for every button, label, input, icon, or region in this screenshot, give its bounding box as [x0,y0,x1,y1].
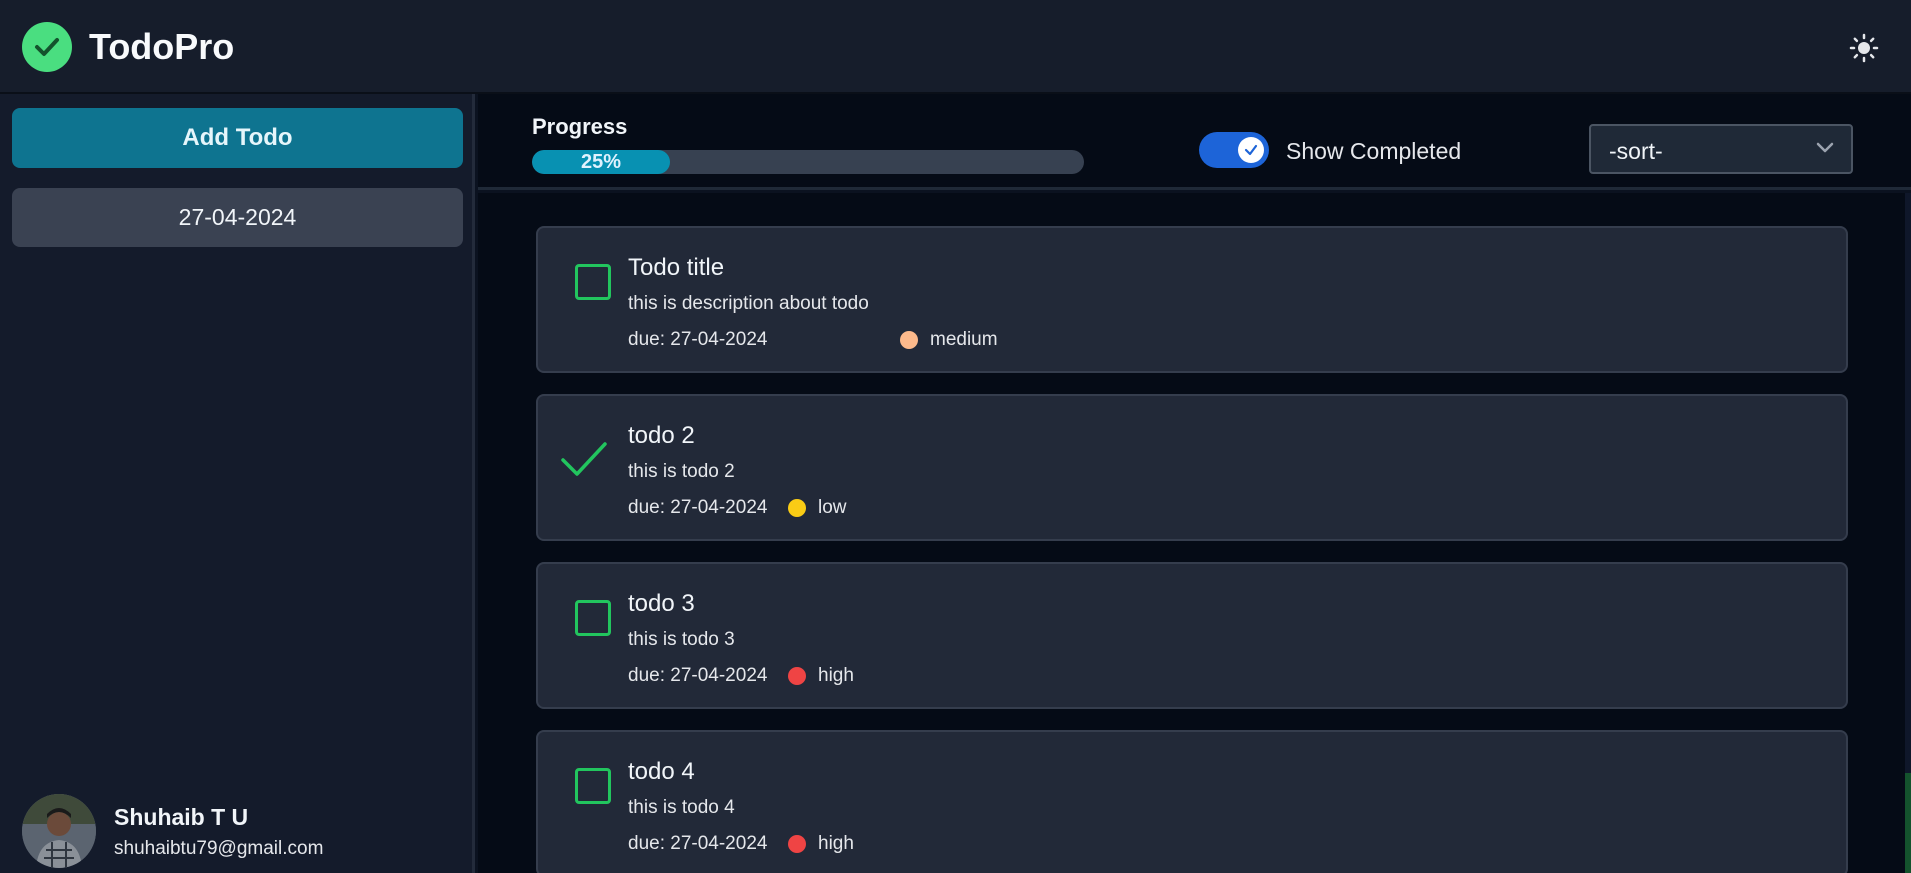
todo-priority: high [788,833,854,855]
todo-card[interactable]: todo 3 this is todo 3 due: 27-04-2024 high [536,562,1848,709]
todo-title: todo 2 [628,422,695,449]
todo-priority: high [788,665,854,687]
chevron-down-icon [1815,141,1835,160]
priority-dot-icon [788,667,806,685]
todo-checkbox[interactable] [575,264,611,300]
date-filter-button[interactable]: 27-04-2024 [12,188,463,247]
todo-title: Todo title [628,254,725,281]
priority-dot-icon [788,499,806,517]
todo-due-date: due: 27-04-2024 [628,329,768,350]
todo-title: todo 4 [628,758,695,785]
add-todo-button[interactable]: Add Todo [12,108,463,168]
show-completed-label: Show Completed [1286,138,1462,164]
progress-label: Progress [532,114,628,139]
user-email: shuhaibtu79@gmail.com [114,838,324,859]
priority-label: medium [930,329,998,350]
todo-title: todo 3 [628,590,695,617]
todo-priority: medium [900,329,998,351]
priority-dot-icon [788,835,806,853]
show-completed-toggle[interactable] [1199,132,1269,168]
todo-card[interactable]: todo 4 this is todo 4 due: 27-04-2024 high [536,730,1848,873]
priority-dot-icon [900,331,918,349]
todo-description: this is todo 4 [628,797,735,818]
app-title: TodoPro [89,26,235,67]
todo-checkbox[interactable] [575,600,611,636]
top-bar: TodoPro [0,0,1911,94]
priority-label: high [818,665,854,686]
priority-label: high [818,833,854,854]
todo-due-date: due: 27-04-2024 [628,833,768,854]
avatar [22,794,96,868]
user-name: Shuhaib T U [114,804,249,830]
todo-due-date: due: 27-04-2024 [628,665,768,686]
todo-card[interactable]: Todo title this is description about todo… [536,226,1848,373]
scrollbar-thumb[interactable] [1905,773,1911,873]
todo-description: this is description about todo [628,293,869,314]
sort-selected-value: -sort- [1609,138,1663,164]
todo-list: Todo title this is description about todo… [478,193,1905,873]
todo-due-date: due: 27-04-2024 [628,497,768,518]
progress-fill: 25% [532,150,670,174]
toolbar: Progress 25% Show Completed -sort- [478,94,1911,190]
todo-priority: low [788,497,847,519]
completed-check-icon[interactable] [560,440,608,480]
priority-label: low [818,497,847,518]
sort-select[interactable]: -sort- [1589,124,1853,174]
todo-description: this is todo 3 [628,629,735,650]
sidebar: Add Todo 27-04-2024 Shuhaib T U shuhaibt… [0,94,475,873]
todo-description: this is todo 2 [628,461,735,482]
theme-toggle-sun-icon[interactable] [1846,30,1882,66]
scrollbar[interactable] [1905,193,1911,873]
todo-checkbox[interactable] [575,768,611,804]
toggle-knob-check-icon [1238,137,1264,163]
user-profile[interactable]: Shuhaib T U shuhaibtu79@gmail.com [22,794,462,868]
todo-card[interactable]: todo 2 this is todo 2 due: 27-04-2024 low [536,394,1848,541]
progress-bar: 25% [532,150,1084,174]
logo-check-icon [22,22,72,72]
